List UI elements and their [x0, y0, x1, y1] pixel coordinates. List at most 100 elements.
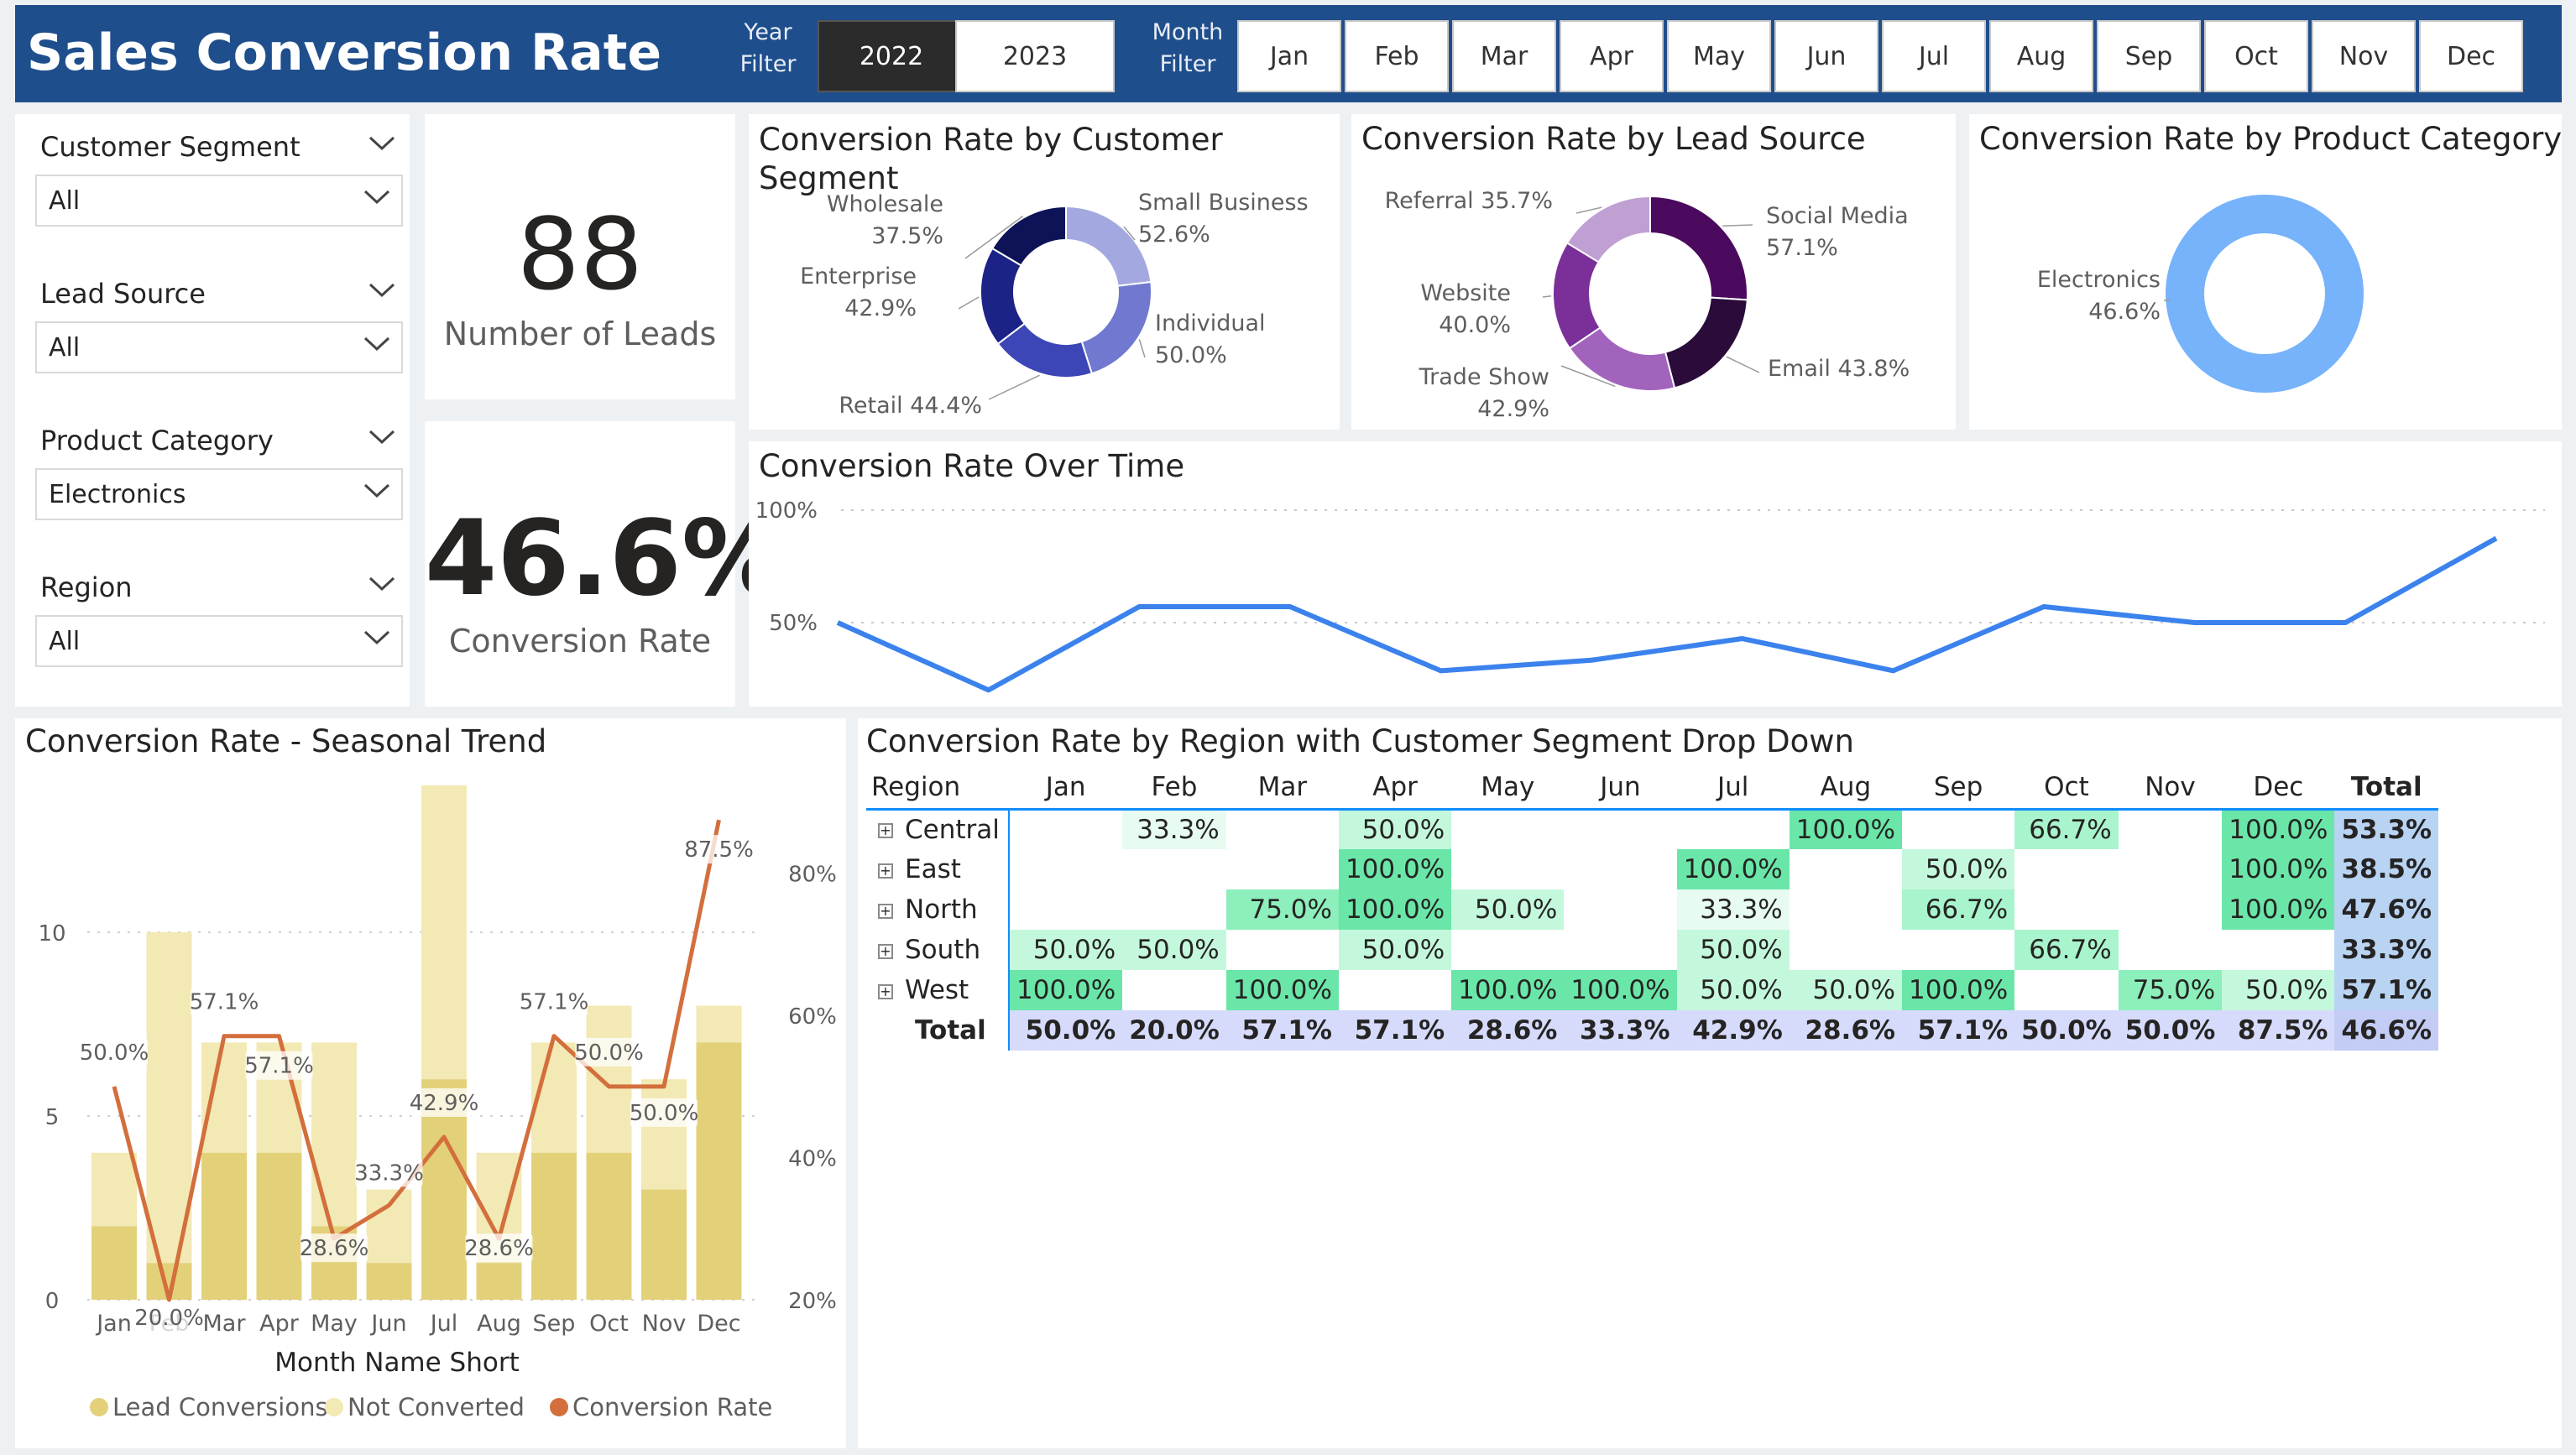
lead-conversions-bar[interactable]	[476, 1263, 522, 1300]
not-converted-bar[interactable]	[311, 1042, 357, 1227]
expand-icon[interactable]: +	[878, 983, 893, 999]
x-tick-label: Mar	[203, 1311, 247, 1337]
x-tick-label: Aug	[477, 1311, 521, 1337]
matrix-cell	[1226, 849, 1339, 889]
matrix-total-cell: 42.9%	[1676, 1010, 1790, 1051]
not-converted-bar[interactable]	[91, 1152, 137, 1227]
expand-icon[interactable]: +	[878, 823, 893, 839]
rate-data-label: 42.9%	[410, 1091, 479, 1116]
lead-conversions-bar[interactable]	[586, 1152, 632, 1300]
donut-slice[interactable]	[1649, 195, 1748, 301]
rate-data-label: 57.1%	[520, 990, 589, 1015]
month-button-may[interactable]: May	[1667, 20, 1771, 92]
customer-segment-dropdown[interactable]: All	[35, 175, 403, 227]
matrix-row-header[interactable]: + East	[866, 849, 1010, 889]
month-button-apr[interactable]: Apr	[1560, 20, 1664, 92]
matrix-column-header: Sep	[1901, 767, 2015, 811]
matrix-row-header[interactable]: + West	[866, 970, 1010, 1010]
chevron-down-icon[interactable]	[368, 281, 398, 311]
not-converted-bar[interactable]	[696, 1005, 742, 1043]
month-button-jan[interactable]: Jan	[1237, 20, 1341, 92]
not-converted-bar[interactable]	[641, 1079, 687, 1190]
chevron-down-icon[interactable]	[368, 134, 398, 164]
matrix-cell	[2014, 970, 2119, 1010]
matrix-column-header: Mar	[1225, 767, 1339, 811]
matrix-cell	[1226, 809, 1339, 849]
segment-value: 42.9%	[844, 295, 917, 321]
lead-conversions-bar[interactable]	[201, 1152, 247, 1300]
matrix-row-header[interactable]: + North	[866, 889, 1010, 930]
not-converted-bar[interactable]	[201, 1042, 247, 1153]
month-button-mar[interactable]: Mar	[1452, 20, 1556, 92]
matrix-total-cell: 57.1%	[1901, 1010, 2015, 1051]
matrix-row: + Central 33.3% 50.0% 100.0% 66.7% 100.0% 53.3%	[866, 809, 2439, 849]
conversion-rate-line[interactable]	[836, 535, 2498, 693]
donut-slice[interactable]	[2166, 195, 2364, 393]
matrix-row-header[interactable]: + Central	[866, 809, 1010, 849]
month-button-aug[interactable]: Aug	[1989, 20, 2093, 92]
chevron-down-icon[interactable]	[368, 575, 398, 605]
expand-icon[interactable]: +	[878, 863, 893, 879]
not-converted-bar[interactable]	[421, 785, 467, 1080]
month-button-feb[interactable]: Feb	[1345, 20, 1449, 92]
segment-value: 50.0%	[1155, 342, 1227, 368]
matrix-cell	[1009, 849, 1122, 889]
matrix-column-header[interactable]: Region	[866, 767, 1009, 811]
lead-conversions-bar[interactable]	[641, 1189, 687, 1300]
month-button-nov[interactable]: Nov	[2312, 20, 2416, 92]
matrix-cell	[1009, 889, 1122, 930]
matrix-column-header: May	[1451, 767, 1565, 811]
month-button-oct[interactable]: Oct	[2204, 20, 2308, 92]
matrix-column-header: Jan	[1009, 767, 1123, 811]
lead-conversions-bar[interactable]	[256, 1152, 302, 1300]
source-label: Referral 35.7%	[1385, 188, 1553, 214]
product-value: 46.6%	[2088, 299, 2161, 325]
customer-segment-selected-value: All	[49, 186, 81, 216]
matrix-row: + East 100.0% 100.0% 50.0% 100.0% 38.5%	[866, 849, 2439, 889]
month-button-jun[interactable]: Jun	[1774, 20, 1878, 92]
year-button-2023[interactable]: 2023	[955, 20, 1115, 92]
matrix-cell	[1226, 930, 1339, 970]
slicer-panel: Customer Segment All Lead Source All Product…	[15, 114, 410, 707]
leader-line	[958, 296, 980, 310]
chevron-down-icon[interactable]	[368, 428, 398, 458]
x-tick-label: Dec	[697, 1311, 740, 1337]
lead-conversions-bar[interactable]	[366, 1263, 412, 1300]
rate-data-label: 57.1%	[190, 990, 259, 1015]
matrix-cell	[2119, 930, 2223, 970]
matrix-cell	[1790, 849, 1902, 889]
rate-data-label: 33.3%	[354, 1160, 424, 1186]
product-category-dropdown[interactable]: Electronics	[35, 468, 403, 520]
not-converted-bar[interactable]	[366, 1189, 412, 1264]
matrix-cell	[2119, 809, 2223, 849]
lead-conversions-bar[interactable]	[696, 1042, 742, 1300]
matrix-cell	[1451, 849, 1564, 889]
matrix-cell	[1122, 889, 1226, 930]
matrix-total-cell: 50.0%	[1009, 1010, 1123, 1051]
matrix-cell	[2119, 849, 2223, 889]
y-tick-label: 100%	[755, 498, 818, 524]
expand-icon[interactable]: +	[878, 903, 893, 919]
not-converted-bar[interactable]	[586, 1005, 632, 1153]
matrix-column-header: Apr	[1338, 767, 1452, 811]
matrix-row-header[interactable]: + South	[866, 930, 1010, 970]
month-button-jul[interactable]: Jul	[1882, 20, 1986, 92]
expand-icon[interactable]: +	[878, 943, 893, 959]
segment-donut-visual: Conversion Rate by Customer Segment Small…	[749, 114, 1340, 430]
lead-conversions-bar[interactable]	[91, 1226, 137, 1300]
region-dropdown[interactable]: All	[35, 615, 403, 667]
matrix-cell: 100.0%	[1676, 849, 1790, 889]
matrix-title: Conversion Rate by Region with Customer …	[866, 723, 1854, 759]
rate-data-label: 57.1%	[244, 1054, 314, 1079]
donut-slice[interactable]	[1664, 296, 1748, 389]
lead-conversions-bar[interactable]	[531, 1152, 577, 1300]
page-title: Sales Conversion Rate	[27, 23, 662, 82]
lead-source-slicer-title: Lead Source	[40, 278, 206, 310]
header-bar: Sales Conversion Rate Year Filter 2022 20…	[15, 5, 2562, 102]
matrix-cell: 50.0%	[1676, 930, 1790, 970]
month-button-sep[interactable]: Sep	[2097, 20, 2201, 92]
lead-source-dropdown[interactable]: All	[35, 321, 403, 373]
donut-slice[interactable]	[1080, 280, 1152, 375]
month-button-dec[interactable]: Dec	[2419, 20, 2523, 92]
year-button-2022[interactable]: 2022	[818, 20, 965, 92]
